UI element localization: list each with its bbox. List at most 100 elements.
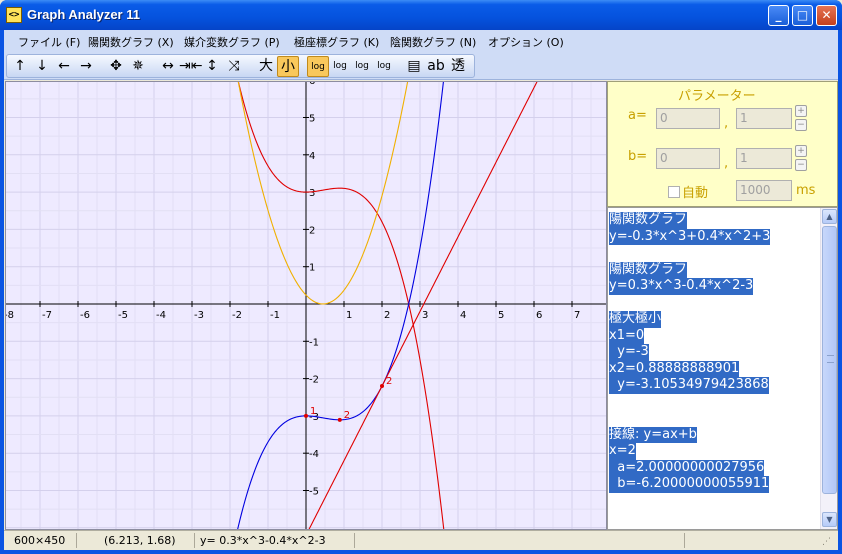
info-line: y=-3.10534979423868 xyxy=(609,377,821,394)
app-icon: <> xyxy=(6,7,22,23)
info-line-text: x=2 xyxy=(609,443,636,460)
center-icon[interactable]: ✵ xyxy=(127,56,149,77)
param-a-step-field[interactable]: 1 xyxy=(736,108,792,129)
info-scrollbar[interactable]: ▲ ▼ xyxy=(820,208,837,529)
y-tick-label: -5 xyxy=(309,487,319,498)
menu-file[interactable]: ファイル (F) xyxy=(18,34,80,50)
graph-canvas[interactable]: -8-7-6-5-4-3-2-11234567654321-1-2-3-4-5 … xyxy=(5,81,607,530)
maximize-button[interactable]: □ xyxy=(792,5,813,26)
x-tick-label: 3 xyxy=(422,310,428,321)
auto-checkbox[interactable] xyxy=(668,186,680,198)
menu-options[interactable]: オプション (O) xyxy=(488,34,564,50)
shrink-vertical-button[interactable]: ⤨ xyxy=(223,56,245,77)
y-tick-label: -4 xyxy=(309,449,319,460)
menu-explicit-graph[interactable]: 陽関数グラフ (X) xyxy=(88,34,174,50)
move-down-button[interactable]: ↓ xyxy=(31,56,53,77)
transparency-button[interactable]: 透 xyxy=(447,56,469,77)
interval-unit: ms xyxy=(796,183,816,198)
move-left-button[interactable]: ← xyxy=(53,56,75,77)
info-line-text: 接線: y=ax+b xyxy=(609,426,697,443)
info-line-text: y=-0.3*x^3+0.4*x^2+3 xyxy=(609,228,771,245)
expand-vertical-button[interactable]: ↕ xyxy=(201,56,223,77)
info-line: x2=0.88888888901 xyxy=(609,360,821,377)
pan-icon[interactable]: ✥ xyxy=(105,56,127,77)
marker-point xyxy=(380,384,384,389)
interval-field[interactable]: 1000 xyxy=(736,180,792,201)
scroll-thumb[interactable] xyxy=(822,226,837,494)
x-tick-label: -3 xyxy=(194,310,204,321)
client-area: ファイル (F) 陽関数グラフ (X) 媒介変数グラフ (P) 極座標グラフ (… xyxy=(4,30,838,550)
scroll-down-button[interactable]: ▼ xyxy=(822,512,837,527)
x-tick-label: -2 xyxy=(232,310,242,321)
resize-grip-icon[interactable]: ⋰ xyxy=(822,537,831,547)
param-b-start-field[interactable]: 0 xyxy=(656,148,720,169)
menu-bar: ファイル (F) 陽関数グラフ (X) 媒介変数グラフ (P) 極座標グラフ (… xyxy=(4,30,838,52)
x-tick-label: 5 xyxy=(498,310,504,321)
status-separator xyxy=(194,533,195,548)
move-up-button[interactable]: ↑ xyxy=(9,56,31,77)
document-icon[interactable]: ▤ xyxy=(403,56,425,77)
graph-svg[interactable]: -8-7-6-5-4-3-2-11234567654321-1-2-3-4-5 … xyxy=(6,82,607,530)
info-line: 極大極小 xyxy=(609,311,821,328)
auto-label: 自動 xyxy=(682,186,709,201)
info-line: y=-3 xyxy=(609,344,821,361)
move-right-button[interactable]: → xyxy=(75,56,97,77)
parameter-panel: パラメーター a= 0 , 1 + − b= 0 , 1 + − 自動 1000… xyxy=(607,81,838,207)
param-b-plus-button[interactable]: + xyxy=(795,145,807,157)
info-line-text: y=0.3*x^3-0.4*x^2-3 xyxy=(609,278,754,295)
info-line xyxy=(609,410,821,427)
status-cursor-coords: (6.213, 1.68) xyxy=(104,534,176,547)
x-tick-label: -5 xyxy=(118,310,128,321)
info-line-text: 極大極小 xyxy=(609,311,662,328)
param-a-plus-button[interactable]: + xyxy=(795,105,807,117)
param-b-separator: , xyxy=(724,156,729,171)
log-scale-xy-button[interactable]: log xyxy=(373,56,395,77)
info-line-text: b=-6.20000000055911 xyxy=(609,476,770,493)
log-scale-y-button[interactable]: log xyxy=(329,56,351,77)
log-scale-x-button[interactable]: log xyxy=(351,56,373,77)
y-tick-label: 4 xyxy=(309,151,315,162)
param-b-label: b= xyxy=(628,149,648,164)
x-tick-label: 7 xyxy=(574,310,580,321)
parameter-title: パラメーター xyxy=(678,89,756,104)
info-line-text: x1=0 xyxy=(609,327,645,344)
tick-labels: -8-7-6-5-4-3-2-11234567654321-1-2-3-4-5 xyxy=(6,82,580,498)
title-bar[interactable]: <> Graph Analyzer 11 _ □ ✕ xyxy=(0,0,842,30)
window-title: Graph Analyzer 11 xyxy=(27,7,140,22)
param-a-minus-button[interactable]: − xyxy=(795,119,807,131)
info-line xyxy=(609,245,821,262)
info-line: y=-0.3*x^3+0.4*x^2+3 xyxy=(609,228,821,245)
close-button[interactable]: ✕ xyxy=(816,5,837,26)
expand-horizontal-button[interactable]: ↔ xyxy=(157,56,179,77)
info-line-text: y=-3 xyxy=(609,344,649,361)
menu-implicit-graph[interactable]: 陰関数グラフ (N) xyxy=(390,34,476,50)
shrink-horizontal-button[interactable]: ⇥⇤ xyxy=(179,56,202,77)
curve-series-2 xyxy=(237,82,409,305)
menu-polar-graph[interactable]: 極座標グラフ (K) xyxy=(294,34,379,50)
log-scale-both-button[interactable]: log xyxy=(307,56,329,77)
label-toggle-button[interactable]: ab xyxy=(425,56,447,77)
status-bar: 600×450 (6.213, 1.68) y= 0.3*x^3-0.4*x^2… xyxy=(4,530,838,550)
status-separator xyxy=(354,533,355,548)
info-line: x1=0 xyxy=(609,327,821,344)
x-tick-label: -7 xyxy=(42,310,52,321)
y-tick-label: 5 xyxy=(309,114,315,125)
param-a-start-field[interactable]: 0 xyxy=(656,108,720,129)
axes xyxy=(6,82,606,529)
menu-parametric-graph[interactable]: 媒介変数グラフ (P) xyxy=(184,34,280,50)
toolbar-group: ↑ ↓ ← → ✥ ✵ ↔ ⇥⇤ ↕ ⤨ 大 小 log log log log… xyxy=(6,54,475,78)
info-panel[interactable]: 陽関数グラフ y=-0.3*x^3+0.4*x^2+3 陽関数グラフ y=0.3*x^… xyxy=(607,207,838,530)
y-tick-label: 3 xyxy=(309,188,315,199)
info-line xyxy=(609,295,821,312)
info-line: x=2 xyxy=(609,443,821,460)
y-tick-label: 6 xyxy=(309,82,315,87)
y-tick-label: -1 xyxy=(309,337,319,348)
param-b-minus-button[interactable]: − xyxy=(795,159,807,171)
status-separator xyxy=(684,533,685,548)
scroll-up-button[interactable]: ▲ xyxy=(822,209,837,224)
minimize-button[interactable]: _ xyxy=(768,5,789,26)
zoom-large-button[interactable]: 大 xyxy=(255,56,277,77)
info-line-text: a=2.00000000027956 xyxy=(609,459,765,476)
zoom-small-button[interactable]: 小 xyxy=(277,56,299,77)
param-b-step-field[interactable]: 1 xyxy=(736,148,792,169)
